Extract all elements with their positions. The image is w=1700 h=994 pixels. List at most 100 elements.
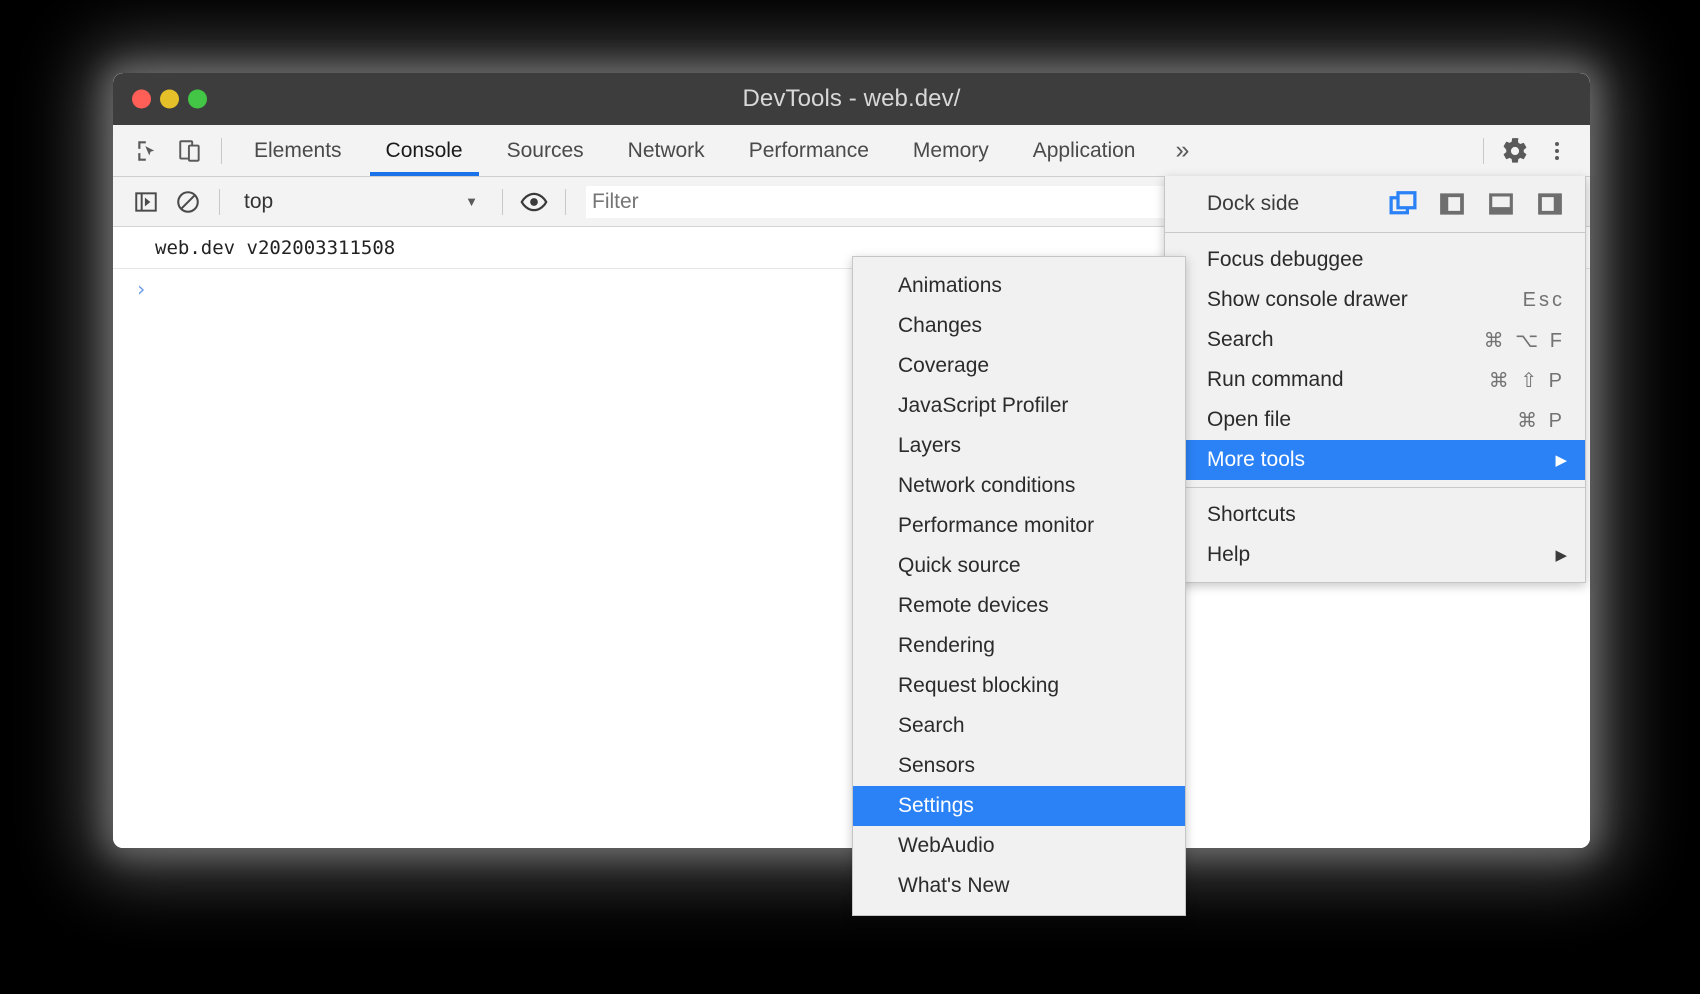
- menu-item-show-console-drawer[interactable]: Show console drawer Esc: [1165, 280, 1585, 320]
- devtools-tabbar: Elements Console Sources Network Perform…: [113, 125, 1590, 177]
- main-settings-menu: Dock side: [1164, 176, 1586, 583]
- menu-item-shortcut: ⌘ ⇧ P: [1489, 368, 1569, 393]
- tab-label: Sources: [507, 139, 584, 163]
- dock-to-left-button[interactable]: [1437, 189, 1467, 219]
- submenu-item-label: Changes: [898, 314, 982, 338]
- submenu-item-coverage[interactable]: Coverage: [853, 346, 1185, 386]
- submenu-item-label: WebAudio: [898, 834, 995, 858]
- submenu-item-label: Performance monitor: [898, 514, 1094, 538]
- prompt-caret-icon: ›: [135, 277, 147, 301]
- tab-label: Application: [1033, 139, 1136, 163]
- submenu-item-remote-devices[interactable]: Remote devices: [853, 586, 1185, 626]
- dock-side-row: Dock side: [1165, 176, 1585, 232]
- window-titlebar: DevTools - web.dev/: [113, 73, 1590, 125]
- tab-sources[interactable]: Sources: [485, 125, 606, 176]
- maximize-window-button[interactable]: [188, 90, 207, 109]
- dock-to-right-button[interactable]: [1535, 189, 1565, 219]
- filter-input[interactable]: [586, 186, 1206, 218]
- tab-network[interactable]: Network: [606, 125, 727, 176]
- main-menu-items: Focus debuggee Show console drawer Esc S…: [1165, 233, 1585, 487]
- menu-item-label: Focus debuggee: [1207, 248, 1565, 272]
- dock-side-options: [1388, 189, 1571, 219]
- submenu-item-label: Animations: [898, 274, 1002, 298]
- submenu-item-label: Coverage: [898, 354, 989, 378]
- submenu-arrow-icon: ▶: [1555, 451, 1569, 469]
- menu-item-shortcut: ⌘ ⌥ F: [1484, 328, 1569, 353]
- submenu-item-layers[interactable]: Layers: [853, 426, 1185, 466]
- tab-application[interactable]: Application: [1011, 125, 1158, 176]
- menu-item-label: Help: [1207, 543, 1555, 567]
- submenu-item-changes[interactable]: Changes: [853, 306, 1185, 346]
- javascript-context-select[interactable]: top ▼: [230, 185, 492, 219]
- live-expression-icon[interactable]: [513, 181, 555, 223]
- menu-item-label: Shortcuts: [1207, 503, 1569, 527]
- context-value: top: [244, 190, 273, 214]
- menu-item-focus-debuggee[interactable]: Focus debuggee: [1165, 240, 1585, 280]
- submenu-arrow-icon: ▶: [1555, 546, 1569, 564]
- submenu-item-sensors[interactable]: Sensors: [853, 746, 1185, 786]
- window-traffic-lights: [132, 90, 207, 109]
- undock-into-separate-window-button[interactable]: [1388, 189, 1418, 219]
- submenu-item-performance-monitor[interactable]: Performance monitor: [853, 506, 1185, 546]
- submenu-item-javascript-profiler[interactable]: JavaScript Profiler: [853, 386, 1185, 426]
- submenu-item-label: Settings: [898, 794, 974, 818]
- more-tools-submenu: Animations Changes Coverage JavaScript P…: [852, 256, 1186, 916]
- menu-item-label: Open file: [1207, 408, 1517, 432]
- tab-label: Console: [386, 139, 463, 163]
- menu-item-run-command[interactable]: Run command ⌘ ⇧ P: [1165, 360, 1585, 400]
- submenu-item-rendering[interactable]: Rendering: [853, 626, 1185, 666]
- console-toolbar-divider-2: [502, 189, 503, 215]
- submenu-item-label: Request blocking: [898, 674, 1059, 698]
- panel-tabs: Elements Console Sources Network Perform…: [232, 125, 1207, 176]
- tab-performance[interactable]: Performance: [727, 125, 891, 176]
- clear-console-icon[interactable]: [167, 181, 209, 223]
- menu-item-more-tools[interactable]: More tools ▶: [1165, 440, 1585, 480]
- inspect-element-icon[interactable]: [127, 130, 169, 172]
- tab-memory[interactable]: Memory: [891, 125, 1011, 176]
- submenu-item-webaudio[interactable]: WebAudio: [853, 826, 1185, 866]
- submenu-item-animations[interactable]: Animations: [853, 266, 1185, 306]
- more-options-icon[interactable]: [1536, 130, 1578, 172]
- submenu-item-label: Network conditions: [898, 474, 1075, 498]
- submenu-item-network-conditions[interactable]: Network conditions: [853, 466, 1185, 506]
- menu-item-help[interactable]: Help ▶: [1165, 535, 1585, 575]
- devtools-window: DevTools - web.dev/: [113, 73, 1590, 848]
- submenu-item-whats-new[interactable]: What's New: [853, 866, 1185, 906]
- tab-label: Performance: [749, 139, 869, 163]
- tab-elements[interactable]: Elements: [232, 125, 364, 176]
- submenu-item-settings[interactable]: Settings: [853, 786, 1185, 826]
- dock-to-bottom-button[interactable]: [1486, 189, 1516, 219]
- main-menu-items-bottom: Shortcuts Help ▶: [1165, 488, 1585, 582]
- menu-item-shortcut: Esc: [1523, 289, 1569, 312]
- menu-item-label: Search: [1207, 328, 1484, 352]
- console-toolbar-divider-3: [565, 189, 566, 215]
- submenu-item-search[interactable]: Search: [853, 706, 1185, 746]
- minimize-window-button[interactable]: [160, 90, 179, 109]
- window-title: DevTools - web.dev/: [113, 85, 1590, 113]
- submenu-item-label: Remote devices: [898, 594, 1049, 618]
- gear-icon[interactable]: [1494, 130, 1536, 172]
- dock-side-label: Dock side: [1207, 192, 1388, 216]
- menu-item-open-file[interactable]: Open file ⌘ P: [1165, 400, 1585, 440]
- toolbar-divider-right: [1483, 138, 1484, 164]
- console-toolbar-divider-1: [219, 189, 220, 215]
- submenu-item-label: Sensors: [898, 754, 975, 778]
- device-toolbar-icon[interactable]: [169, 130, 211, 172]
- submenu-item-quick-source[interactable]: Quick source: [853, 546, 1185, 586]
- tab-label: Elements: [254, 139, 342, 163]
- submenu-item-label: Layers: [898, 434, 961, 458]
- submenu-item-label: Rendering: [898, 634, 995, 658]
- tab-label: Network: [628, 139, 705, 163]
- menu-item-label: Show console drawer: [1207, 288, 1523, 312]
- menu-item-search[interactable]: Search ⌘ ⌥ F: [1165, 320, 1585, 360]
- more-tabs-icon[interactable]: »: [1157, 125, 1207, 176]
- console-sidebar-icon[interactable]: [125, 181, 167, 223]
- tab-console[interactable]: Console: [364, 125, 485, 176]
- menu-item-shortcut: ⌘ P: [1517, 408, 1569, 433]
- menu-item-shortcuts[interactable]: Shortcuts: [1165, 495, 1585, 535]
- close-window-button[interactable]: [132, 90, 151, 109]
- menu-item-label: Run command: [1207, 368, 1489, 392]
- chevron-down-icon: ▼: [465, 194, 478, 209]
- submenu-item-label: Search: [898, 714, 965, 738]
- submenu-item-request-blocking[interactable]: Request blocking: [853, 666, 1185, 706]
